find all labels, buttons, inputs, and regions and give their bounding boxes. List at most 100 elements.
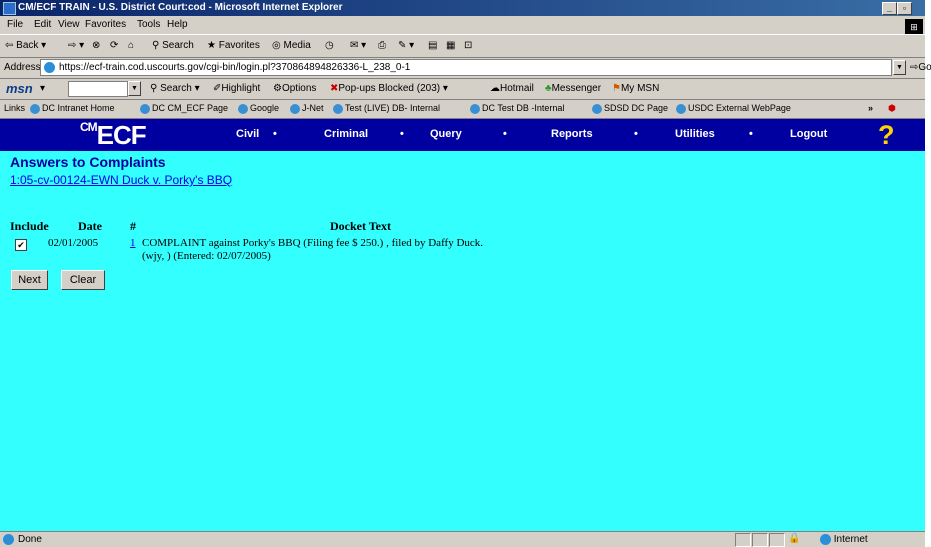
nav-separator: • — [503, 128, 507, 140]
maximize-button[interactable]: ▫ — [897, 2, 912, 15]
popups-blocked-button[interactable]: ✖Pop-ups Blocked (203) ▾ — [330, 83, 448, 94]
address-bar: Address https://ecf-train.cod.uscourts.g… — [0, 57, 931, 79]
link-label: DC CM_ECF Page — [152, 103, 229, 113]
internet-zone-icon — [820, 534, 831, 545]
home-icon[interactable]: ⌂ — [128, 40, 134, 51]
link-dc-cm-ecf-page[interactable]: DC CM_ECF Page — [140, 103, 228, 114]
nav-separator: • — [749, 128, 753, 140]
print-icon[interactable]: ⎙ — [378, 40, 386, 51]
links-bar: Links DC Intranet Home DC CM_ECF Page Go… — [0, 100, 925, 119]
menu-file[interactable]: File — [7, 19, 23, 30]
highlight-button[interactable]: ✐Highlight — [213, 83, 260, 94]
nav-civil[interactable]: Civil — [236, 128, 259, 140]
media-button[interactable]: ◎ Media — [272, 40, 311, 51]
forward-button[interactable]: ⇨ ▾ — [68, 40, 84, 51]
header-docket-text: Docket Text — [330, 219, 391, 233]
nav-criminal[interactable]: Criminal — [324, 128, 368, 140]
include-checkbox[interactable]: ✔ — [15, 239, 27, 251]
nav-logout[interactable]: Logout — [790, 128, 827, 140]
standard-toolbar: ⇦ Back ▾ ⇨ ▾ ⊗ ⟳ ⌂ ⚲ Search ★ Favorites … — [0, 34, 925, 58]
lock-icon: 🔒 — [788, 533, 801, 544]
my-msn-button[interactable]: ⚑My MSN — [612, 83, 659, 94]
windows-logo-icon: ⊞ — [905, 19, 923, 35]
mail-icon[interactable]: ✉ ▾ — [350, 40, 366, 51]
msn-logo: msn — [6, 81, 33, 96]
msn-search-input[interactable] — [68, 81, 128, 97]
link-ie-icon — [140, 103, 150, 114]
msn-search-dropdown[interactable]: ▼ — [128, 81, 141, 96]
nav-reports[interactable]: Reports — [551, 128, 593, 140]
link-ie-icon — [592, 103, 602, 114]
favorites-button[interactable]: ★ Favorites — [207, 40, 260, 51]
help-icon[interactable]: ? — [878, 121, 904, 149]
menu-edit[interactable]: Edit — [34, 19, 51, 30]
link-ie-icon — [676, 103, 686, 114]
hotmail-button[interactable]: ☁Hotmail — [490, 83, 534, 94]
messenger-button[interactable]: ♣Messenger — [545, 83, 601, 94]
nav-separator: • — [400, 128, 404, 140]
link-dc-intranet-home[interactable]: DC Intranet Home — [30, 103, 115, 114]
menu-favorites[interactable]: Favorites — [85, 19, 126, 30]
next-button[interactable]: Next — [11, 270, 48, 290]
link-ie-icon — [290, 103, 300, 114]
case-link[interactable]: 1:05-cv-00124-EWN Duck v. Porky's BBQ — [10, 173, 232, 187]
clear-button[interactable]: Clear — [61, 270, 105, 290]
refresh-icon[interactable]: ⟳ — [110, 40, 118, 51]
search-button[interactable]: ⚲ Search — [152, 40, 194, 51]
back-button[interactable]: ⇦ Back ▾ — [5, 40, 46, 51]
research-icon[interactable]: ▦ — [446, 40, 455, 51]
options-button[interactable]: ⚙Options — [273, 83, 316, 94]
nav-query[interactable]: Query — [430, 128, 462, 140]
menu-help[interactable]: Help — [167, 19, 188, 30]
msn-search-button[interactable]: ⚲ Search ▾ — [150, 83, 200, 94]
link-label: Google — [250, 103, 280, 113]
browser-window: CM/ECF TRAIN - U.S. District Court:cod -… — [0, 0, 931, 547]
link-j-net[interactable]: J-Net — [290, 103, 324, 114]
links-label: Links — [4, 103, 26, 113]
address-field[interactable]: https://ecf-train.cod.uscourts.gov/cgi-b… — [40, 59, 892, 76]
link-dc-test-db[interactable]: DC Test DB -Internal — [470, 103, 564, 114]
page-icon — [44, 62, 55, 73]
link-ie-icon — [238, 103, 248, 114]
page-title: Answers to Complaints — [10, 154, 166, 170]
ecf-logo-text: ECF — [96, 120, 147, 150]
link-ie-icon — [30, 103, 40, 114]
links-overflow-chevron-icon[interactable]: » — [868, 103, 873, 113]
messenger-label: Messenger — [551, 83, 602, 94]
link-google[interactable]: Google — [238, 103, 279, 114]
extra-toolbar-icon[interactable]: ⬢ — [888, 103, 896, 114]
go-button[interactable]: ⇨Go — [910, 62, 931, 73]
link-label: DC Test DB -Internal — [482, 103, 565, 113]
ecf-logo[interactable]: CMECF — [80, 120, 147, 151]
link-sdsd-dc-page[interactable]: SDSD DC Page — [592, 103, 668, 114]
highlight-label: Highlight — [221, 83, 261, 94]
address-label: Address — [4, 62, 41, 73]
nav-separator: • — [634, 128, 638, 140]
entry-number-link[interactable]: 1 — [130, 237, 136, 249]
my-msn-label: My MSN — [620, 83, 660, 94]
link-test-live-db[interactable]: Test (LIVE) DB- Internal — [333, 103, 440, 114]
discuss-icon[interactable]: ▤ — [428, 40, 437, 51]
edit-icon[interactable]: ✎ ▾ — [398, 40, 414, 51]
status-segment — [769, 533, 785, 547]
favorites-label: Favorites — [218, 40, 260, 51]
ecf-logo-cm-mark: CM — [80, 120, 98, 134]
entry-docket-text-line2: (wjy, ) (Entered: 02/07/2005) — [142, 250, 271, 262]
zone-label: Internet — [833, 534, 868, 546]
nav-utilities[interactable]: Utilities — [675, 128, 715, 140]
menu-tools[interactable]: Tools — [137, 19, 160, 30]
link-label: SDSD DC Page — [604, 103, 669, 113]
link-label: Test (LIVE) DB- Internal — [345, 103, 441, 113]
link-usdc-external[interactable]: USDC External WebPage — [676, 103, 791, 114]
msn-logo-dropdown[interactable]: ▾ — [40, 83, 45, 94]
stop-icon[interactable]: ⊗ — [92, 40, 100, 51]
history-icon[interactable]: ◷ — [325, 40, 334, 51]
go-label: Go — [918, 62, 931, 73]
minimize-button[interactable]: _ — [882, 2, 897, 15]
address-dropdown[interactable]: ▼ — [893, 60, 906, 75]
messenger-icon[interactable]: ⊡ — [464, 40, 472, 51]
menu-view[interactable]: View — [58, 19, 80, 30]
media-label: Media — [283, 40, 311, 51]
security-zone: Internet — [820, 534, 868, 545]
ecf-nav-bar: CMECF Civil • Criminal • Query • Reports… — [0, 119, 925, 151]
